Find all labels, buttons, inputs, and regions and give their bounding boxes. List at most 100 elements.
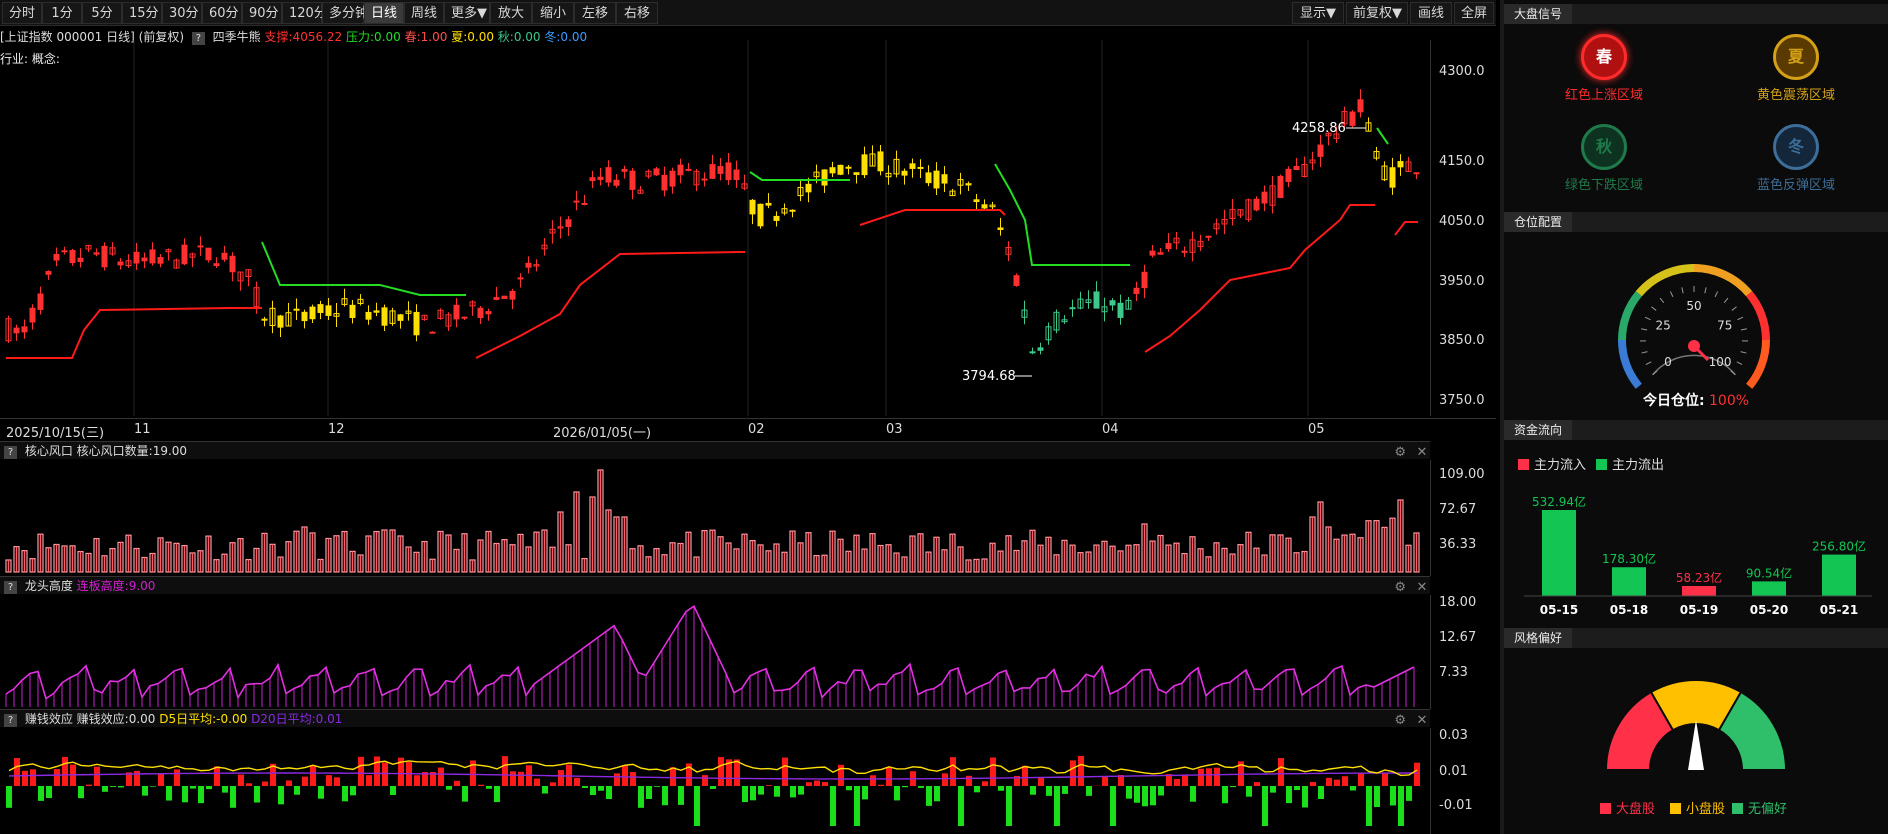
gear-icon[interactable]: ⚙ [1392,713,1408,729]
period-button-10[interactable]: 周线 [404,2,444,24]
help-icon[interactable]: ? [4,446,17,459]
period-button-3[interactable]: 15分 [122,2,162,24]
period-button-14[interactable]: 左移 [574,2,616,24]
profit-effect-bar [1374,786,1380,808]
profit-effect-bar [1126,786,1132,799]
price-tick: 4050.0 [1439,214,1485,229]
candle-body [733,169,740,180]
profit-effect-bar [1318,786,1324,800]
period-button-4[interactable]: 30分 [162,2,202,24]
profit-effect-bar [462,786,468,802]
candle-body [1293,165,1300,171]
position-value: 100% [1709,393,1750,409]
candle-body [845,166,852,169]
close-icon[interactable]: ✕ [1414,713,1430,729]
candle-body [1029,351,1036,354]
profit-effect-bar [1214,767,1220,786]
profit-effect-bar [110,786,116,787]
candle-body [629,170,636,190]
pane1-axis: 109.00 72.67 36.33 [1430,460,1496,576]
profit-effect-bar [630,772,636,786]
capital-flow-chart: 532.94亿 05-15 178.30亿 05-18 58.23亿 05-19 90.54… [1524,494,1872,617]
profit-effect-bar [1302,786,1308,808]
toolbar-right-button-1[interactable]: 前复权▼ [1346,2,1408,24]
profit-effect-bar [862,786,868,800]
profit-effect-bar [1046,786,1052,796]
gear-icon[interactable]: ⚙ [1392,580,1408,596]
pressure-line [1376,127,1389,145]
period-button-1[interactable]: 1分 [42,2,82,24]
candle-body [509,290,516,300]
period-button-6[interactable]: 90分 [242,2,282,24]
flow-date: 05-18 [1610,603,1648,617]
profit-effect-bar [742,786,748,803]
candle-body [141,257,148,262]
pane1-tick: 109.00 [1439,467,1485,482]
gauge-arc [1693,264,1753,297]
help-icon[interactable]: ? [4,581,17,594]
candle-body [181,244,188,265]
gauge-tick [1737,316,1744,321]
profit-effect-bar [934,786,940,802]
style-legend: 大盘股 小盘股 无偏好 [1504,798,1888,818]
close-icon[interactable]: ✕ [1414,580,1430,596]
profit-effect-bar [950,757,956,786]
candle-body [29,307,36,323]
profit-effect-bar [1342,776,1348,786]
toolbar-right-button-3[interactable]: 全屏 [1454,2,1494,24]
candle-body [1389,167,1396,188]
period-button-8[interactable]: 多分钟 [322,2,368,24]
candle-body [605,167,612,183]
profit-effect-bar [830,786,836,826]
profit-effect-bar [6,786,12,808]
candle-body [117,261,124,266]
profit-effect-bar [94,766,100,786]
profit-effect-bar [142,786,148,796]
toolbar-right-button-0[interactable]: 显示▼ [1292,2,1344,24]
pane2-tick: 12.67 [1439,630,1477,645]
toolbar-right-button-2[interactable]: 画线 [1410,2,1452,24]
style-needle [1688,720,1704,770]
gauge-label: 100 [1709,355,1732,369]
profit-effect-bar [814,780,820,786]
period-button-0[interactable]: 分时 [2,2,42,24]
profit-effect-bar [414,775,420,786]
candle-body [901,170,908,176]
season-icon: 春 [1581,34,1627,80]
candle-body [61,250,68,253]
period-button-7[interactable]: 120分 [282,2,327,24]
profit-effect-bar [118,786,124,788]
gauge-label: 25 [1656,319,1671,333]
candlestick-chart[interactable]: 4258.86 3794.68 [0,40,1430,416]
period-button-13[interactable]: 缩小 [532,2,574,24]
candle-body [13,327,20,334]
candle-body [981,204,988,209]
gauge-tick [1731,306,1737,311]
profit-effect-bar [1294,786,1300,791]
profit-effect-bar [326,775,332,786]
close-icon[interactable]: ✕ [1414,445,1430,461]
gauge-tick [1669,291,1674,298]
style-legend-item: 大盘股 [1600,798,1655,817]
period-button-15[interactable]: 右移 [616,2,658,24]
period-button-2[interactable]: 5分 [82,2,122,24]
candle-body [685,168,692,171]
profit-effect-bar [22,770,28,786]
gear-icon[interactable]: ⚙ [1392,445,1408,461]
period-button-12[interactable]: 放大 [490,2,532,24]
period-button-9[interactable]: 日线 [364,2,404,24]
period-button-11[interactable]: 更多▼ [444,2,490,24]
period-button-5[interactable]: 60分 [202,2,242,24]
flow-value: 178.30亿 [1602,551,1656,566]
gauge-arc [1635,264,1695,297]
candle-body [573,200,580,203]
profit-effect-bar [550,782,556,786]
help-icon[interactable]: ? [4,714,17,727]
candle-body [477,307,484,319]
profit-effect-bar [806,782,812,786]
candle-body [101,245,108,268]
candle-body [325,305,332,316]
candle-body [221,252,228,260]
profit-effect-bar [230,786,236,808]
candle-body [1317,144,1324,157]
